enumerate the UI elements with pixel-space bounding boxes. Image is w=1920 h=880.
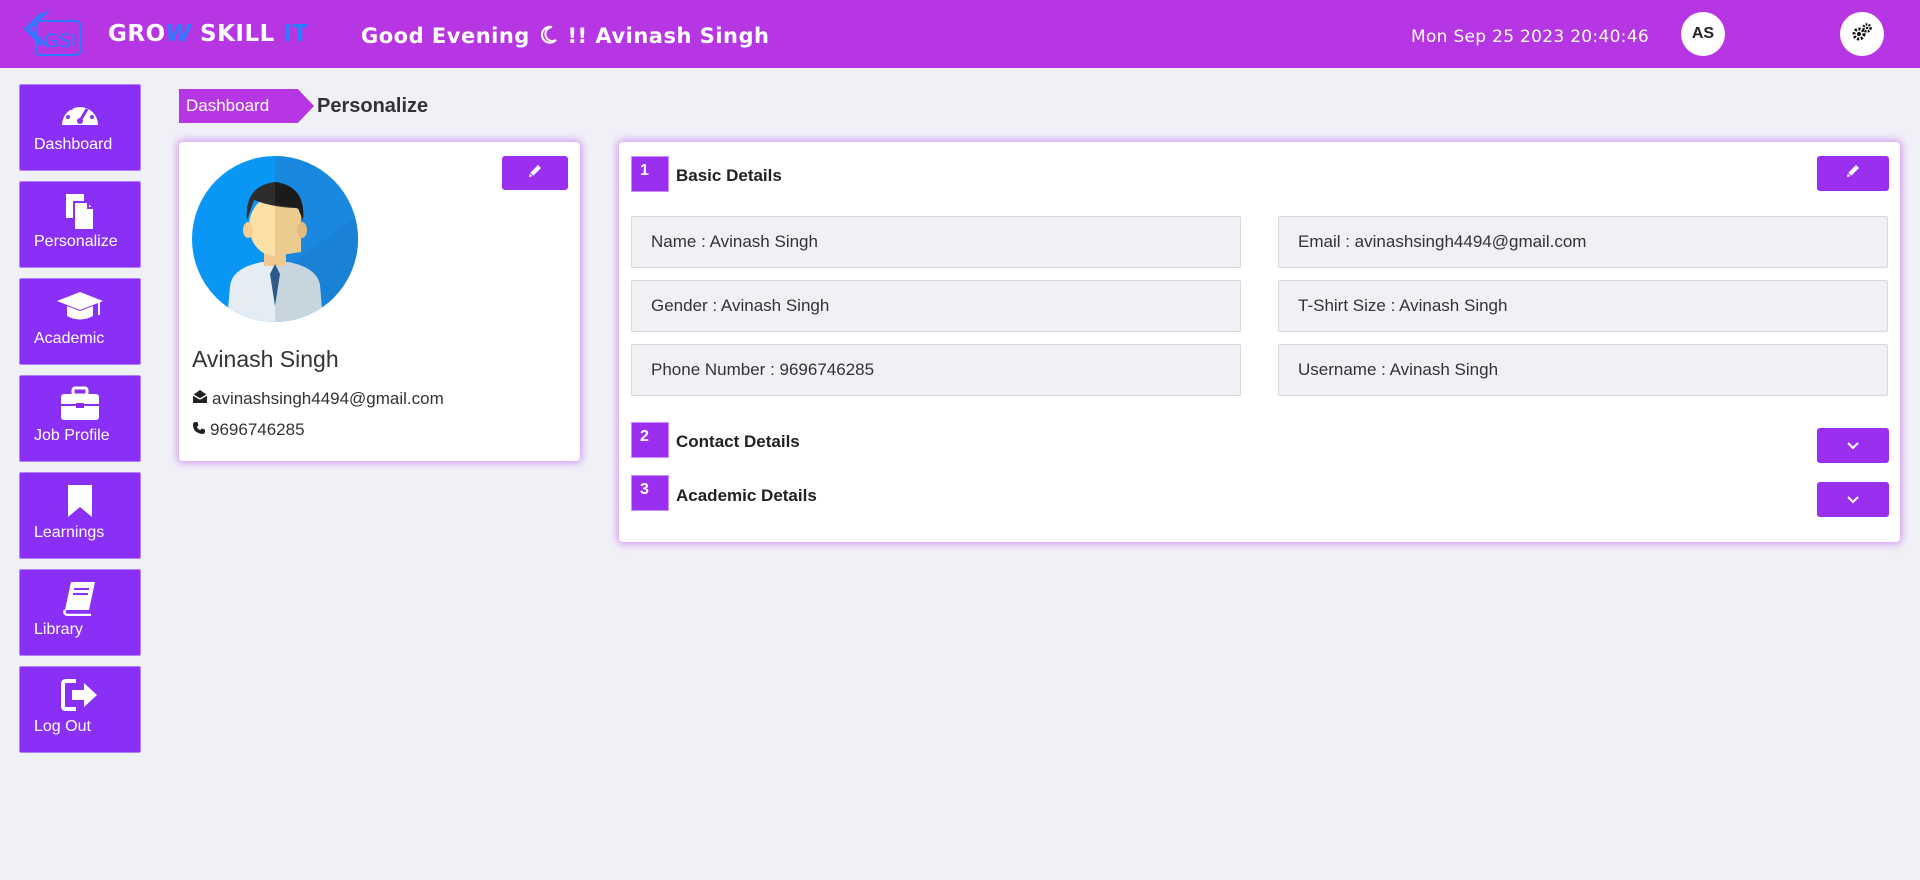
field-username: Username : Avinash Singh	[1278, 344, 1888, 396]
gears-icon	[1851, 22, 1873, 47]
profile-phone-row: 9696746285	[192, 420, 305, 440]
brand-grow: GRO	[108, 21, 166, 47]
field-name: Name : Avinash Singh	[631, 216, 1241, 268]
pencil-icon	[527, 163, 543, 184]
profile-email: avinashsingh4494@gmail.com	[212, 388, 444, 408]
field-email: Email : avinashsingh4494@gmail.com	[1278, 216, 1888, 268]
sidebar-item-label: Learnings	[34, 524, 105, 541]
sidebar-item-logout[interactable]: Log Out	[19, 666, 141, 753]
field-gender: Gender : Avinash Singh	[631, 280, 1241, 332]
breadcrumb-dashboard-link[interactable]: Dashboard	[179, 89, 314, 123]
sidebar-item-label: Log Out	[34, 718, 91, 735]
sidebar-item-job-profile[interactable]: Job Profile	[19, 375, 141, 462]
profile-avatar	[192, 156, 358, 322]
brand-name: GROW SKILL IT	[108, 21, 309, 47]
profile-name: Avinash Singh	[192, 346, 339, 372]
brand-it: IT	[274, 21, 309, 47]
bookmark-icon	[20, 483, 140, 521]
sign-out-icon	[20, 677, 140, 715]
section-number: 1	[631, 156, 669, 192]
greeting-text: Good Evening !! Avinash Singh	[361, 24, 769, 50]
gsi-logo[interactable]: GSI	[22, 9, 86, 61]
profile-email-row: avinashsingh4494@gmail.com	[192, 388, 444, 409]
speedometer-icon	[20, 95, 140, 133]
book-icon	[20, 580, 140, 618]
sidebar-item-personalize[interactable]: Personalize	[19, 181, 141, 268]
sidebar-item-label: Academic	[34, 330, 105, 347]
sidebar-item-learnings[interactable]: Learnings	[19, 472, 141, 559]
expand-academic-details-button[interactable]	[1817, 482, 1889, 517]
chevron-down-icon	[1847, 437, 1859, 455]
documents-icon	[20, 192, 140, 231]
field-tshirt-size: T-Shirt Size : Avinash Singh	[1278, 280, 1888, 332]
page-title: Personalize	[317, 95, 429, 117]
breadcrumb: Dashboard	[179, 89, 314, 123]
user-avatar-button[interactable]: AS	[1681, 12, 1725, 56]
pencil-icon	[1845, 163, 1861, 184]
profile-phone: 9696746285	[210, 420, 305, 439]
chevron-down-icon	[1847, 491, 1859, 509]
phone-icon	[192, 420, 206, 440]
section-number: 3	[631, 475, 669, 511]
section-title-academic-details[interactable]: Academic Details	[676, 486, 817, 506]
brand-w: W	[165, 21, 192, 47]
envelope-open-icon	[192, 388, 208, 409]
greeting-suffix: !! Avinash Singh	[567, 24, 770, 48]
sidebar-nav: Dashboard Personalize Academic Job Profi…	[19, 84, 141, 763]
section-number: 2	[631, 422, 669, 458]
sidebar-item-label: Dashboard	[34, 136, 113, 153]
svg-text:GSI: GSI	[44, 30, 76, 52]
brand-skill: SKILL	[191, 21, 275, 47]
edit-profile-button[interactable]	[502, 156, 568, 190]
top-header: GSI GROW SKILL IT Good Evening !! Avinas…	[0, 0, 1920, 68]
edit-basic-details-button[interactable]	[1817, 156, 1889, 191]
sidebar-item-library[interactable]: Library	[19, 569, 141, 656]
briefcase-icon	[20, 386, 140, 424]
profile-card: Avinash Singh avinashsingh4494@gmail.com…	[179, 142, 580, 461]
current-datetime: Mon Sep 25 2023 20:40:46	[1411, 27, 1649, 47]
graduation-cap-icon	[20, 289, 140, 327]
greeting-prefix: Good Evening	[361, 24, 530, 48]
expand-contact-details-button[interactable]	[1817, 428, 1889, 463]
details-card: 1 Basic Details Name : Avinash Singh Ema…	[619, 142, 1900, 542]
section-title-basic-details[interactable]: Basic Details	[676, 166, 782, 186]
sidebar-item-label: Job Profile	[34, 427, 110, 444]
field-phone-number: Phone Number : 9696746285	[631, 344, 1241, 396]
section-title-contact-details[interactable]: Contact Details	[676, 432, 800, 452]
settings-button[interactable]	[1840, 12, 1884, 56]
sidebar-item-label: Personalize	[34, 233, 118, 250]
moon-icon	[540, 25, 558, 50]
sidebar-item-dashboard[interactable]: Dashboard	[19, 84, 141, 171]
sidebar-item-academic[interactable]: Academic	[19, 278, 141, 365]
sidebar-item-label: Library	[34, 621, 83, 638]
